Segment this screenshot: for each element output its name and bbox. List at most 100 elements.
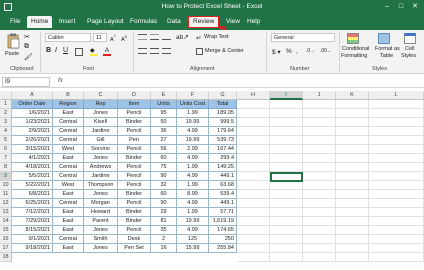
- table-cell[interactable]: Jones: [84, 226, 118, 235]
- table-cell[interactable]: Desk: [118, 235, 151, 244]
- table-cell[interactable]: 29: [151, 208, 177, 217]
- empty-cell[interactable]: [336, 127, 369, 136]
- table-cell[interactable]: 3/15/2021: [12, 145, 53, 154]
- align-top-icon[interactable]: [138, 34, 147, 40]
- table-cell[interactable]: 539.73: [209, 136, 237, 145]
- table-cell[interactable]: 4.99: [177, 154, 209, 163]
- table-cell[interactable]: Jardine: [84, 127, 118, 136]
- table-cell[interactable]: 9/18/2021: [12, 244, 53, 253]
- empty-cell[interactable]: [237, 109, 270, 118]
- table-cell[interactable]: 60: [151, 190, 177, 199]
- table-cell[interactable]: 15.99: [177, 244, 209, 253]
- empty-cell[interactable]: [237, 226, 270, 235]
- table-cell[interactable]: Sorvino: [84, 145, 118, 154]
- empty-cell[interactable]: [369, 190, 424, 199]
- table-cell[interactable]: 56: [151, 145, 177, 154]
- table-cell[interactable]: Kivell: [84, 118, 118, 127]
- empty-cell[interactable]: [237, 217, 270, 226]
- empty-cell[interactable]: [270, 163, 303, 172]
- table-cell[interactable]: 7/29/2021: [12, 217, 53, 226]
- empty-cell[interactable]: [237, 181, 270, 190]
- empty-cell[interactable]: [336, 181, 369, 190]
- empty-cell[interactable]: [336, 226, 369, 235]
- empty-cell[interactable]: [369, 208, 424, 217]
- table-cell[interactable]: 125: [177, 235, 209, 244]
- row-header[interactable]: 12: [0, 199, 12, 208]
- row-header[interactable]: 4: [0, 127, 12, 136]
- table-cell[interactable]: 50: [151, 118, 177, 127]
- empty-cell[interactable]: [336, 145, 369, 154]
- table-cell[interactable]: 255.84: [209, 244, 237, 253]
- column-header[interactable]: D: [118, 91, 151, 100]
- table-cell[interactable]: 6/25/2021: [12, 199, 53, 208]
- row-header[interactable]: 16: [0, 235, 12, 244]
- comma-style-icon[interactable]: ,: [296, 48, 298, 55]
- empty-cell[interactable]: [270, 244, 303, 253]
- underline-button[interactable]: U: [63, 47, 68, 54]
- table-cell[interactable]: Pencil: [118, 145, 151, 154]
- paste-button[interactable]: Paste: [5, 51, 19, 57]
- empty-cell[interactable]: [237, 199, 270, 208]
- table-cell[interactable]: 4.99: [177, 127, 209, 136]
- empty-cell[interactable]: [303, 217, 336, 226]
- table-cell[interactable]: Pencil: [118, 109, 151, 118]
- table-cell[interactable]: 90: [151, 172, 177, 181]
- empty-cell[interactable]: [270, 217, 303, 226]
- table-cell[interactable]: 4.99: [177, 172, 209, 181]
- empty-cell[interactable]: [336, 199, 369, 208]
- empty-cell[interactable]: [303, 199, 336, 208]
- table-cell[interactable]: Jones: [84, 244, 118, 253]
- table-cell[interactable]: Central: [53, 235, 84, 244]
- empty-cell[interactable]: [336, 118, 369, 127]
- empty-cell[interactable]: [270, 190, 303, 199]
- wrap-text-button[interactable]: Wrap Text: [204, 34, 229, 40]
- accounting-format-icon[interactable]: $ ▾: [272, 48, 281, 56]
- table-cell[interactable]: 539.4: [209, 190, 237, 199]
- column-header[interactable]: G: [209, 91, 237, 100]
- empty-cell[interactable]: [237, 244, 270, 253]
- table-cell[interactable]: 27: [151, 136, 177, 145]
- table-cell[interactable]: 7/12/2021: [12, 208, 53, 217]
- table-cell[interactable]: Pencil: [118, 181, 151, 190]
- empty-cell[interactable]: [270, 136, 303, 145]
- empty-cell[interactable]: [237, 136, 270, 145]
- table-cell[interactable]: 449.1: [209, 172, 237, 181]
- column-header[interactable]: E: [151, 91, 177, 100]
- empty-cell[interactable]: [237, 190, 270, 199]
- row-header[interactable]: 17: [0, 244, 12, 253]
- table-cell[interactable]: 36: [151, 127, 177, 136]
- empty-cell[interactable]: [270, 181, 303, 190]
- table-cell[interactable]: 32: [151, 181, 177, 190]
- table-header-cell[interactable]: Region: [53, 100, 84, 109]
- column-header[interactable]: K: [336, 91, 369, 100]
- table-cell[interactable]: 999.5: [209, 118, 237, 127]
- increase-font-icon[interactable]: A^: [110, 34, 116, 43]
- bold-button[interactable]: B: [46, 47, 51, 54]
- empty-cell[interactable]: [270, 100, 303, 109]
- table-cell[interactable]: East: [53, 190, 84, 199]
- empty-cell[interactable]: [303, 235, 336, 244]
- empty-cell[interactable]: [303, 154, 336, 163]
- row-header[interactable]: 18: [0, 253, 12, 262]
- align-middle-icon[interactable]: [150, 34, 159, 40]
- table-cell[interactable]: 1.99: [177, 181, 209, 190]
- format-as-table-button[interactable]: Format as: [375, 46, 400, 52]
- empty-cell[interactable]: [369, 118, 424, 127]
- row-header[interactable]: 6: [0, 145, 12, 154]
- table-cell[interactable]: 75: [151, 163, 177, 172]
- table-cell[interactable]: West: [53, 145, 84, 154]
- increase-decimal-icon[interactable]: .0→: [306, 48, 315, 54]
- table-cell[interactable]: 2/9/2021: [12, 127, 53, 136]
- empty-cell[interactable]: [336, 100, 369, 109]
- table-cell[interactable]: 4.99: [177, 199, 209, 208]
- table-cell[interactable]: 2: [151, 235, 177, 244]
- table-cell[interactable]: Jones: [84, 190, 118, 199]
- decrease-font-icon[interactable]: Av: [121, 34, 127, 43]
- row-header[interactable]: 8: [0, 163, 12, 172]
- row-header[interactable]: 14: [0, 217, 12, 226]
- table-cell[interactable]: Pencil: [118, 127, 151, 136]
- empty-cell[interactable]: [270, 235, 303, 244]
- table-header-cell[interactable]: Total: [209, 100, 237, 109]
- table-cell[interactable]: Morgan: [84, 199, 118, 208]
- percent-style-icon[interactable]: %: [286, 48, 292, 55]
